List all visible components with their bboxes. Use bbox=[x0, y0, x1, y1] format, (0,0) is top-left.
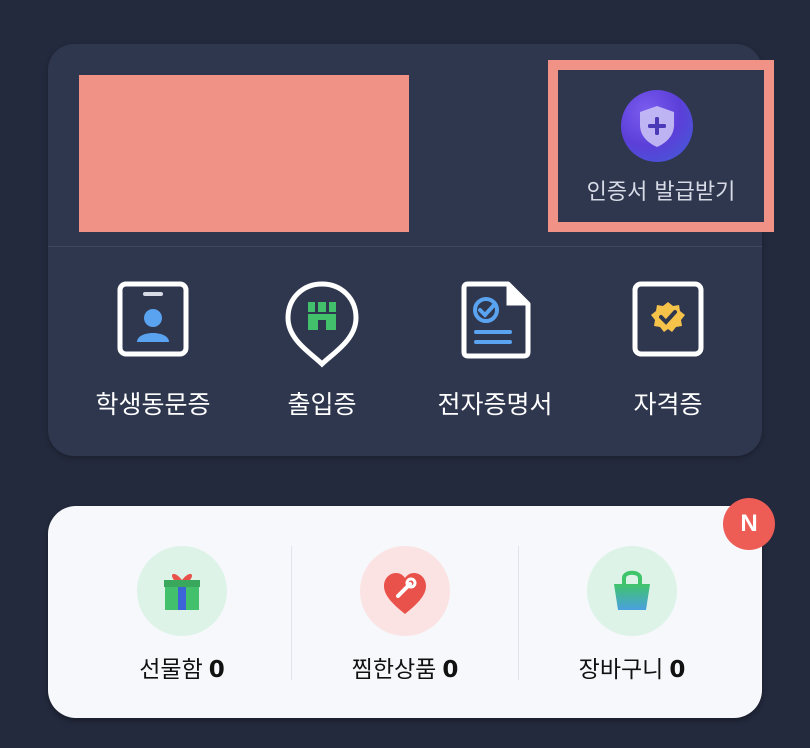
menu-license-label: 자격증 bbox=[633, 390, 703, 419]
menu-e-certificate[interactable]: 전자증명서 bbox=[410, 280, 580, 430]
menu-license[interactable]: 자격증 bbox=[583, 280, 753, 430]
new-badge: N bbox=[723, 498, 775, 550]
issue-certificate-button[interactable]: 인증서 발급받기 bbox=[548, 60, 774, 232]
issue-certificate-label: 인증서 발급받기 bbox=[586, 180, 736, 205]
shop-gift-box[interactable]: 선물함 0 bbox=[69, 546, 295, 686]
menu-entry-pass-label: 출입증 bbox=[287, 390, 357, 419]
shop-cart[interactable]: 장바구니 0 bbox=[519, 546, 745, 686]
wishlist-count: 0 bbox=[442, 657, 459, 683]
shop-wishlist[interactable]: 찜한상품 0 bbox=[292, 546, 518, 686]
entry-pass-icon bbox=[285, 281, 359, 368]
gift-box-label: 선물함 0 bbox=[139, 657, 225, 683]
wishlist-label: 찜한상품 0 bbox=[351, 657, 459, 683]
heart-icon bbox=[360, 546, 450, 636]
divider bbox=[48, 246, 762, 247]
e-certificate-icon bbox=[461, 281, 531, 359]
shield-plus-icon bbox=[621, 90, 693, 162]
menu-entry-pass[interactable]: 출입증 bbox=[237, 280, 407, 430]
gift-icon bbox=[137, 546, 227, 636]
cart-label: 장바구니 0 bbox=[578, 657, 686, 683]
redacted-profile-area bbox=[79, 75, 409, 232]
menu-student-id[interactable]: 학생동문증 bbox=[68, 280, 238, 430]
shopping-bag-icon bbox=[587, 546, 677, 636]
shopping-panel: 선물함 0 찜한상품 0 장바구니 0 bbox=[48, 506, 762, 718]
menu-e-certificate-label: 전자증명서 bbox=[437, 390, 553, 419]
id-card-panel: 인증서 발급받기 학생동문증 출입증 전자증명서 자격증 bbox=[48, 44, 774, 456]
cart-count: 0 bbox=[669, 657, 686, 683]
license-icon bbox=[632, 281, 704, 357]
gift-box-count: 0 bbox=[208, 657, 225, 683]
menu-student-id-label: 학생동문증 bbox=[95, 390, 211, 419]
student-id-card-icon bbox=[117, 281, 189, 357]
